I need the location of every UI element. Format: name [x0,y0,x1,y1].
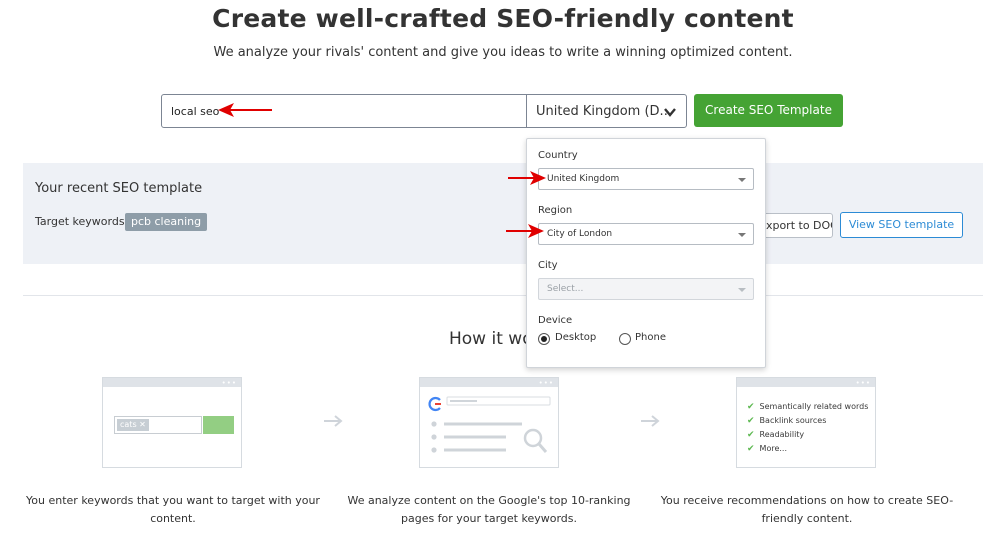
create-seo-template-button[interactable]: Create SEO Template [694,94,843,127]
country-select[interactable]: United Kingdom (D... [526,94,687,128]
view-seo-template-button[interactable]: View SEO template [840,212,963,238]
caret-down-icon [738,178,746,182]
list-item: ✔ Readability [747,430,805,440]
google-results-illustration [428,396,551,453]
chevron-down-icon [664,108,676,117]
caret-down-icon [738,288,746,292]
country-select-value: United Kingdom (D... [536,104,672,119]
check-icon: ✔ [747,430,755,440]
region-dropdown[interactable]: City of London [538,223,754,245]
card-window-bar: ••• [420,378,558,387]
desktop-radio[interactable] [538,333,550,345]
mini-keyword-input: cats ✕ [114,416,202,434]
recent-template-panel: Your recent SEO template Target keywords… [23,163,983,264]
city-dropdown[interactable]: Select... [538,278,754,300]
page-subtitle: We analyze your rivals' content and give… [213,45,793,60]
list-item: ✔ Backlink sources [747,416,827,426]
search-icon [523,428,548,453]
country-dropdown-value: United Kingdom [547,174,620,184]
step-caption-1: You enter keywords that you want to targ… [26,494,320,525]
country-label: Country [538,150,578,161]
region-dropdown-value: City of London [547,229,613,239]
page-title: Create well-crafted SEO-friendly content [212,4,794,33]
card-window-bar: ••• [103,378,241,387]
city-dropdown-placeholder: Select... [547,284,584,294]
device-label: Device [538,315,573,326]
check-icon: ✔ [747,402,755,412]
section-divider [23,295,983,296]
export-to-doc-button[interactable]: Export to DOC [758,213,833,238]
country-dropdown[interactable]: United Kingdom [538,168,754,190]
step-card-analyze: ••• [419,377,559,468]
location-dropdown-panel: Country United Kingdom Region City of Lo… [526,138,766,368]
red-arrow-icon [506,224,544,238]
check-icon: ✔ [747,444,755,454]
step-card-enter-keywords: ••• cats ✕ [102,377,242,468]
red-arrow-icon [508,171,546,185]
step-caption-3: You receive recommendations on how to cr… [660,494,954,525]
keyword-tag: pcb cleaning [125,213,208,231]
keyword-input-value: local seo [171,105,220,118]
card-window-bar: ••• [737,378,875,387]
window-dots-icon: ••• [538,379,554,387]
mini-submit-button [203,416,234,434]
list-item: ✔ More... [747,444,788,454]
phone-radio[interactable] [619,333,631,345]
city-label: City [538,260,558,271]
recent-template-title: Your recent SEO template [35,181,203,196]
window-dots-icon: ••• [221,379,237,387]
target-keywords-label: Target keywords: [35,215,129,228]
window-dots-icon: ••• [855,379,871,387]
arrow-right-icon [641,415,660,427]
step-caption-2: We analyze content on the Google's top 1… [347,494,631,525]
caret-down-icon [738,233,746,237]
region-label: Region [538,205,573,216]
mini-keyword-chip: cats ✕ [117,419,149,431]
red-arrow-icon [218,103,272,117]
check-icon: ✔ [747,416,755,426]
step-card-recommendations: ••• ✔ Semantically related words ✔ Backlin… [736,377,876,468]
phone-radio-label[interactable]: Phone [635,332,666,343]
recommendations-checklist: ✔ Semantically related words ✔ Backlink so… [747,400,868,456]
list-item: ✔ Semantically related words [747,402,869,412]
arrow-right-icon [324,415,343,427]
google-g-icon [428,396,441,412]
desktop-radio-label[interactable]: Desktop [555,332,596,343]
